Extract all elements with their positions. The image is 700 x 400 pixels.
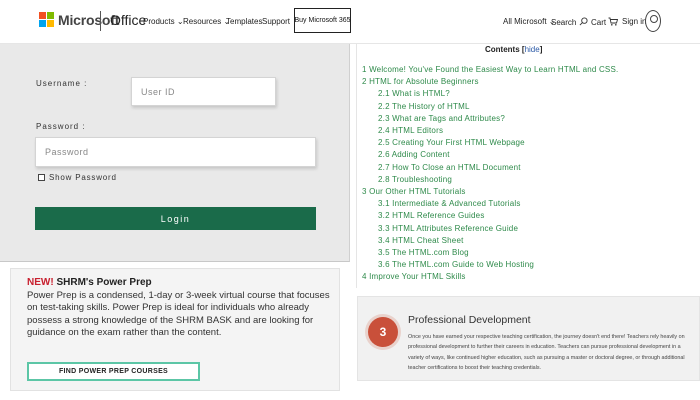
professional-development-card: 3 Professional Development Once you have…: [357, 296, 700, 381]
logo-square-red: [39, 12, 46, 19]
search-button[interactable]: Search: [551, 17, 588, 27]
toc-title-text: Contents: [485, 45, 520, 54]
toc-item[interactable]: 3.3 HTML Attributes Reference Guide: [378, 224, 518, 233]
toc-item[interactable]: 2.5 Creating Your First HTML Webpage: [378, 138, 525, 147]
shrm-heading: NEW! SHRM's Power Prep: [27, 277, 152, 288]
all-microsoft-label: All Microsoft: [503, 17, 547, 26]
toc-item[interactable]: 2.2 The History of HTML: [378, 102, 470, 111]
logo-square-green: [47, 12, 54, 19]
password-label: Password :: [36, 122, 86, 131]
username-input[interactable]: User ID: [131, 77, 276, 106]
login-button[interactable]: Login: [35, 207, 316, 230]
step-number-badge: 3: [368, 317, 398, 347]
table-of-contents: Contents [hide] 1 Welcome! You've Found …: [356, 44, 700, 288]
nav-resources-label: Resources: [183, 17, 222, 26]
shrm-heading-text: SHRM's Power Prep: [56, 277, 152, 288]
toc-item[interactable]: 2.7 How To Close an HTML Document: [378, 163, 521, 172]
toc-item[interactable]: 2.1 What is HTML?: [378, 89, 450, 98]
buy-microsoft-365-button[interactable]: Buy Microsoft 365: [294, 8, 351, 33]
search-label: Search: [551, 18, 577, 27]
new-badge: NEW!: [27, 277, 54, 288]
toc-item[interactable]: 2.3 What are Tags and Attributes?: [378, 114, 505, 123]
office-link[interactable]: Office: [110, 12, 146, 28]
toc-item[interactable]: 2 HTML for Absolute Beginners: [362, 77, 479, 86]
nav-templates[interactable]: Templates: [226, 17, 262, 26]
toc-item[interactable]: 2.4 HTML Editors: [378, 126, 443, 135]
toc-item[interactable]: 3.5 The HTML.com Blog: [378, 248, 469, 257]
show-password-checkbox[interactable]: [38, 174, 45, 181]
cart-icon: [608, 17, 619, 26]
toc-item[interactable]: 3 Our Other HTML Tutorials: [362, 187, 466, 196]
professional-development-title: Professional Development: [408, 314, 531, 326]
toc-item[interactable]: 4 Improve Your HTML Skills: [362, 272, 466, 281]
toc-item[interactable]: 3.6 The HTML.com Guide to Web Hosting: [378, 260, 534, 269]
shrm-power-prep-card: NEW! SHRM's Power Prep Power Prep is a c…: [10, 268, 340, 391]
header-divider: [100, 11, 101, 31]
nav-products[interactable]: Products ⌄: [143, 17, 184, 26]
shrm-description: Power Prep is a condensed, 1-day or 3-we…: [27, 290, 330, 339]
nav-resources[interactable]: Resources ⌄: [183, 17, 230, 26]
cart-label: Cart: [591, 18, 607, 27]
microsoft-logo-icon[interactable]: [39, 12, 54, 27]
page-canvas: Microsoft Office Products ⌄ Resources ⌄ …: [0, 0, 700, 400]
toc-item[interactable]: 3.2 HTML Reference Guides: [378, 211, 485, 220]
login-panel: Username : User ID Password : Password S…: [0, 44, 350, 262]
logo-square-yellow: [47, 20, 54, 27]
nav-support[interactable]: Support: [262, 17, 290, 26]
all-microsoft-menu[interactable]: All Microsoft ⌄: [503, 17, 556, 26]
logo-square-blue: [39, 20, 46, 27]
toc-title: Contents [hide]: [485, 45, 543, 54]
password-input[interactable]: Password: [35, 137, 316, 167]
find-power-prep-courses-button[interactable]: FIND POWER PREP COURSES: [27, 362, 200, 381]
toc-hide-link[interactable]: hide: [525, 45, 540, 54]
toc-item[interactable]: 3.4 HTML Cheat Sheet: [378, 236, 464, 245]
toc-item[interactable]: 3.1 Intermediate & Advanced Tutorials: [378, 199, 521, 208]
username-label: Username :: [36, 79, 88, 88]
show-password-label[interactable]: Show Password: [49, 173, 117, 182]
toc-item[interactable]: 2.8 Troubleshooting: [378, 175, 452, 184]
nav-products-label: Products: [143, 17, 175, 26]
search-icon: [579, 17, 588, 26]
sign-in-link[interactable]: Sign in: [622, 17, 646, 26]
professional-development-text: Once you have earned your respective tea…: [408, 334, 685, 371]
toc-item[interactable]: 1 Welcome! You've Found the Easiest Way …: [362, 65, 618, 74]
ms-office-header: Microsoft Office Products ⌄ Resources ⌄ …: [0, 0, 700, 44]
account-avatar-icon[interactable]: [645, 10, 661, 32]
toc-item[interactable]: 2.6 Adding Content: [378, 150, 450, 159]
cart-button[interactable]: Cart: [591, 17, 619, 27]
